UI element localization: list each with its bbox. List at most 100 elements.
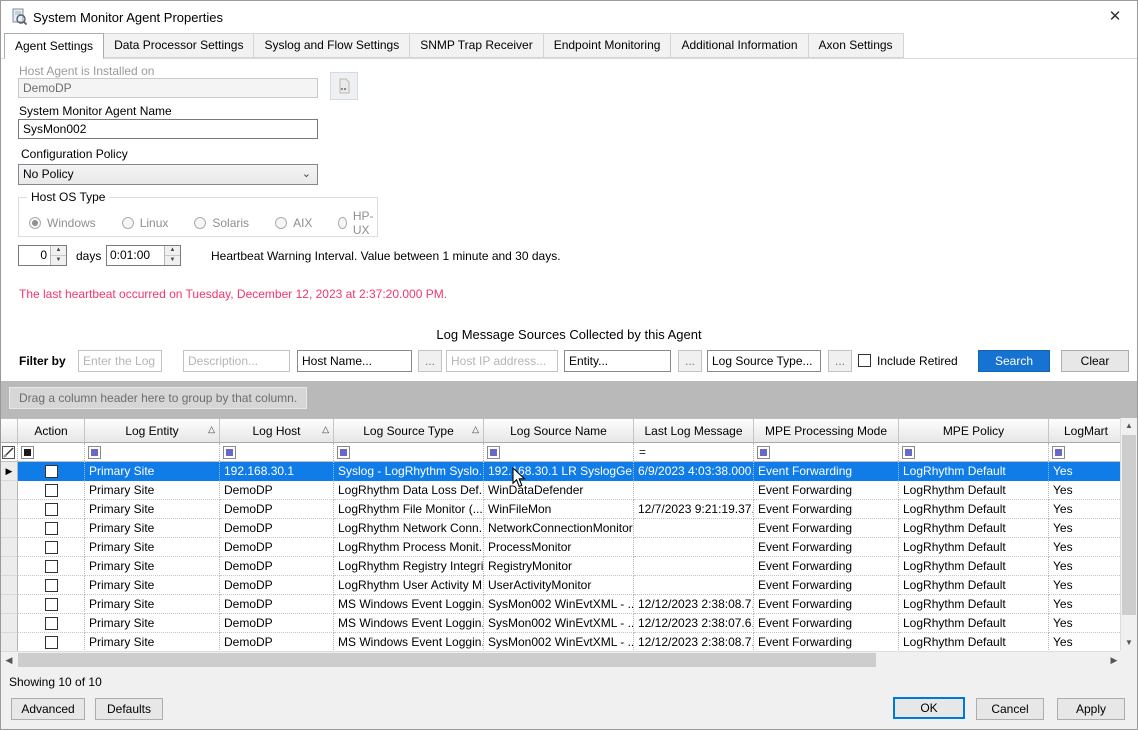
row-checkbox[interactable] [45,503,58,516]
filter-cell-mpe-processing-mode[interactable] [754,443,899,461]
grid-cell-log-host[interactable]: DemoDP [220,614,334,633]
grid-cell-log-host[interactable]: DemoDP [220,519,334,538]
grid-cell-mpe-processing-mode[interactable]: Event Forwarding [754,538,899,557]
interval-stepper[interactable]: 0:01:00 ▲▼ [106,245,181,266]
grid-cell-mpe-processing-mode[interactable]: Event Forwarding [754,633,899,652]
table-row[interactable]: ▶Primary Site192.168.30.1Syslog - LogRhy… [1,462,1122,481]
grid-cell-mpe-policy[interactable]: LogRhythm Default [899,576,1049,595]
radio-hpux[interactable]: HP-UX [338,209,377,237]
grid-cell-log-host[interactable]: DemoDP [220,481,334,500]
grid-cell-log-source-name[interactable]: WinFileMon [484,500,634,519]
column-header-mpe-processing-mode[interactable]: MPE Processing Mode [754,419,899,442]
table-row[interactable]: Primary SiteDemoDPLogRhythm Network Conn… [1,519,1122,538]
grid-cell-mpe-processing-mode[interactable]: Event Forwarding [754,614,899,633]
column-header-log-host[interactable]: Log Host△ [220,419,334,442]
grid-cell-logmart[interactable]: Yes [1049,576,1122,595]
tab-axon-settings[interactable]: Axon Settings [808,33,904,58]
filter-cell-last-log-message[interactable]: = [634,443,754,461]
grid-cell-log-host[interactable]: DemoDP [220,557,334,576]
filter-cell-log-host[interactable] [220,443,334,461]
grid-cell-log-entity[interactable]: Primary Site [85,595,220,614]
filter-checkbox-icon[interactable] [487,446,500,459]
grid-cell-mpe-policy[interactable]: LogRhythm Default [899,633,1049,652]
scroll-left-icon[interactable]: ◀ [1,652,17,668]
apply-button[interactable]: Apply [1057,698,1125,720]
table-row[interactable]: Primary SiteDemoDPLogRhythm Registry Int… [1,557,1122,576]
clear-button[interactable]: Clear [1061,350,1129,372]
grid-cell-last-log-message[interactable]: 12/12/2023 2:38:07.6... [634,614,754,633]
vertical-scrollbar[interactable]: ▲ ▼ [1120,418,1137,651]
horizontal-scrollbar[interactable]: ◀ ▶ [1,651,1122,668]
grid-cell-mpe-processing-mode[interactable]: Event Forwarding [754,519,899,538]
grid-cell-mpe-processing-mode[interactable]: Event Forwarding [754,481,899,500]
grid-cell-log-host[interactable]: DemoDP [220,500,334,519]
grid-cell-log-source-name[interactable]: 192.168.30.1 LR SyslogGen [484,462,634,481]
grid-cell-logmart[interactable]: Yes [1049,538,1122,557]
host-ip-filter-input[interactable] [446,350,558,372]
column-header-action[interactable]: Action [18,419,85,442]
grid-cell-log-entity[interactable]: Primary Site [85,614,220,633]
column-header-log-source-type[interactable]: Log Source Type△ [334,419,484,442]
grid-cell-log-source-name[interactable]: NetworkConnectionMonitor [484,519,634,538]
column-header-log-source-name[interactable]: Log Source Name [484,419,634,442]
radio-aix[interactable]: AIX [275,209,312,237]
grid-cell-log-entity[interactable]: Primary Site [85,633,220,652]
grid-cell-log-source-type[interactable]: MS Windows Event Loggin... [334,595,484,614]
filter-cell-log-source-name[interactable] [484,443,634,461]
table-row[interactable]: Primary SiteDemoDPMS Windows Event Loggi… [1,614,1122,633]
grid-cell-log-entity[interactable]: Primary Site [85,519,220,538]
filter-cell-logmart[interactable] [1049,443,1122,461]
grid-cell-last-log-message[interactable] [634,538,754,557]
stepper-arrows-icon[interactable]: ▲▼ [164,246,180,265]
filter-checkbox-icon[interactable] [902,446,915,459]
grid-cell-log-entity[interactable]: Primary Site [85,500,220,519]
stepper-arrows-icon[interactable]: ▲▼ [50,246,66,265]
radio-solaris[interactable]: Solaris [194,209,249,237]
grid-cell-last-log-message[interactable]: 12/7/2023 9:21:19.37... [634,500,754,519]
action-cell[interactable] [18,538,85,557]
grid-cell-log-source-name[interactable]: SysMon002 WinEvtXML - ... [484,614,634,633]
grid-cell-log-source-name[interactable]: ProcessMonitor [484,538,634,557]
grid-cell-log-host[interactable]: DemoDP [220,595,334,614]
grid-cell-logmart[interactable]: Yes [1049,519,1122,538]
column-header-log-entity[interactable]: Log Entity△ [85,419,220,442]
equals-filter-icon[interactable]: = [637,445,646,459]
grid-cell-mpe-policy[interactable]: LogRhythm Default [899,614,1049,633]
grid-cell-log-host[interactable]: DemoDP [220,576,334,595]
grid-cell-last-log-message[interactable] [634,481,754,500]
filter-cell-action[interactable] [18,443,85,461]
grid-cell-log-source-name[interactable]: UserActivityMonitor [484,576,634,595]
row-checkbox[interactable] [45,636,58,649]
grid-cell-mpe-processing-mode[interactable]: Event Forwarding [754,595,899,614]
grid-cell-logmart[interactable]: Yes [1049,462,1122,481]
table-row[interactable]: Primary SiteDemoDPMS Windows Event Loggi… [1,633,1122,652]
action-cell[interactable] [18,557,85,576]
grid-cell-log-entity[interactable]: Primary Site [85,557,220,576]
search-button[interactable]: Search [978,350,1050,372]
ok-button[interactable]: OK [893,697,965,719]
grid-cell-mpe-policy[interactable]: LogRhythm Default [899,557,1049,576]
row-checkbox[interactable] [45,617,58,630]
grid-cell-log-source-type[interactable]: LogRhythm Process Monit... [334,538,484,557]
horizontal-scrollbar-thumb[interactable] [18,653,876,667]
filter-checkbox-icon[interactable] [88,446,101,459]
action-cell[interactable] [18,595,85,614]
grid-cell-mpe-processing-mode[interactable]: Event Forwarding [754,576,899,595]
grid-cell-logmart[interactable]: Yes [1049,633,1122,652]
grid-cell-log-source-type[interactable]: LogRhythm Network Conn... [334,519,484,538]
tab-data-processor-settings[interactable]: Data Processor Settings [103,33,254,58]
grid-cell-log-source-type[interactable]: MS Windows Event Loggin... [334,633,484,652]
grid-cell-log-entity[interactable]: Primary Site [85,538,220,557]
host-name-browse-button[interactable]: ... [418,350,442,372]
grid-cell-mpe-policy[interactable]: LogRhythm Default [899,481,1049,500]
filter-cell-log-entity[interactable] [85,443,220,461]
grid-cell-logmart[interactable]: Yes [1049,481,1122,500]
scroll-up-icon[interactable]: ▲ [1121,418,1137,434]
grid-cell-last-log-message[interactable] [634,557,754,576]
tab-additional-information[interactable]: Additional Information [670,33,808,58]
days-stepper[interactable]: 0 ▲▼ [18,245,67,266]
row-checkbox[interactable] [45,465,58,478]
group-by-bar[interactable]: Drag a column header here to group by th… [1,381,1137,418]
include-retired-checkbox[interactable] [858,354,871,367]
grid-cell-mpe-processing-mode[interactable]: Event Forwarding [754,557,899,576]
